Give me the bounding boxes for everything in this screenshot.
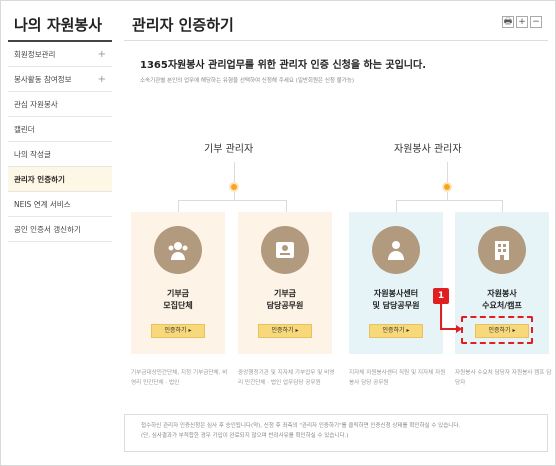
- sidebar-item-label: 관리자 인증하기: [14, 175, 65, 184]
- sidebar-item-interest[interactable]: 관심 자원봉사: [8, 92, 112, 117]
- connector-line: [396, 200, 502, 201]
- card-donation-official: 기부금 담당공무원 인증하기 ▸: [238, 212, 332, 354]
- notice-line: (단, 심사결과가 부적합한 경우 가입이 완료되지 않으며 반려사유를 확인하…: [141, 433, 349, 439]
- connector-line: [286, 200, 287, 212]
- auth-button[interactable]: 인증하기 ▸: [151, 324, 205, 338]
- headline: 1365자원봉사 관리업무를 위한 관리자 인증 신청을 하는 곳입니다.: [140, 60, 427, 71]
- step-badge: 1: [433, 288, 449, 304]
- print-icon[interactable]: 🖶: [502, 16, 514, 28]
- connector-dot: [229, 182, 239, 192]
- connector-line: [396, 200, 397, 212]
- connector-line: [447, 192, 448, 200]
- subtext: 소속기관별 본인의 업무에 해당하는 유형을 선택하여 신청해 주세요 (일반회…: [140, 78, 355, 84]
- card-label: 자원봉사센터 및 담당공무원: [372, 289, 420, 310]
- card-description: 자원봉사 수요처 담당자 자원봉사 캠프 담당자: [455, 370, 552, 386]
- highlight-box: [461, 316, 533, 344]
- toolbar: 🖶 + −: [502, 16, 542, 28]
- sidebar-item-label: 회원정보관리: [14, 50, 56, 59]
- sidebar-item-label: 캘린더: [14, 125, 35, 134]
- card-volunteer-center: 자원봉사센터 및 담당공무원 인증하기 ▸: [349, 212, 443, 354]
- building-icon: [478, 226, 526, 274]
- connector-line: [178, 200, 179, 212]
- card-label: 기부금 모집단체: [163, 289, 193, 310]
- sidebar-item-member-info[interactable]: 회원정보관리 +: [8, 42, 112, 67]
- sidebar-title: 나의 자원봉사: [8, 8, 112, 42]
- zoom-in-button[interactable]: +: [516, 16, 528, 28]
- connector-line: [178, 200, 286, 201]
- connector-line: [502, 200, 503, 212]
- card-description: 중앙행정기관 및 지자체 기부업무 및 비영리 민간단체 · 법인 업무담당 공…: [238, 370, 335, 386]
- sidebar-item-label: 나의 작성글: [14, 150, 51, 159]
- annotation-arrow: [440, 304, 442, 330]
- sidebar: 나의 자원봉사 회원정보관리 + 봉사활동 참여정보 + 관심 자원봉사 캘린더 나…: [8, 8, 112, 460]
- card-description: 기부금대상민간단체, 지정 기부금단체, 비영리 민간단체 · 법인: [131, 370, 228, 386]
- person-icon: [372, 226, 420, 274]
- section-title-donation: 기부 관리자: [204, 144, 254, 155]
- expand-icon[interactable]: +: [98, 67, 106, 92]
- sidebar-item-label: 관심 자원봉사: [14, 100, 58, 109]
- sidebar-item-label: 공인 인증서 갱신하기: [14, 225, 81, 234]
- auth-button[interactable]: 인증하기 ▸: [258, 324, 312, 338]
- sidebar-item-my-posts[interactable]: 나의 작성글: [8, 142, 112, 167]
- sidebar-item-neis[interactable]: NEIS 연계 서비스: [8, 192, 112, 217]
- card-label: 자원봉사 수요처/캠프: [482, 289, 522, 310]
- connector-line: [447, 162, 448, 182]
- sidebar-item-label: 봉사활동 참여정보: [14, 75, 72, 84]
- connector-line: [234, 162, 235, 182]
- expand-icon[interactable]: +: [98, 42, 106, 67]
- divider: [124, 40, 548, 41]
- sidebar-item-admin-auth[interactable]: 관리자 인증하기: [8, 167, 112, 192]
- people-icon: [154, 226, 202, 274]
- notice-line: 접수하신 관리자 인증신청은 심사 후 승인됩니다(약), 신청 후 좌측의 "…: [141, 423, 461, 429]
- auth-button[interactable]: 인증하기 ▸: [369, 324, 423, 338]
- section-title-volunteer: 자원봉사 관리자: [394, 144, 462, 155]
- card-donation-org: 기부금 모집단체 인증하기 ▸: [131, 212, 225, 354]
- id-card-icon: [261, 226, 309, 274]
- zoom-out-button[interactable]: −: [530, 16, 542, 28]
- sidebar-item-label: NEIS 연계 서비스: [14, 200, 71, 209]
- sidebar-item-cert-renew[interactable]: 공인 인증서 갱신하기: [8, 217, 112, 242]
- connector-dot: [442, 182, 452, 192]
- page-title: 관리자 인증하기: [132, 16, 234, 34]
- connector-line: [234, 192, 235, 200]
- sidebar-item-calendar[interactable]: 캘린더: [8, 117, 112, 142]
- card-description: 지자체 자원봉사센터 직원 및 지자체 자원봉사 담당 공무원: [349, 370, 446, 386]
- notice-box: 접수하신 관리자 인증신청은 심사 후 승인됩니다(약), 신청 후 좌측의 "…: [124, 414, 548, 452]
- card-label: 기부금 담당공무원: [266, 289, 304, 310]
- sidebar-item-activity-info[interactable]: 봉사활동 참여정보 +: [8, 67, 112, 92]
